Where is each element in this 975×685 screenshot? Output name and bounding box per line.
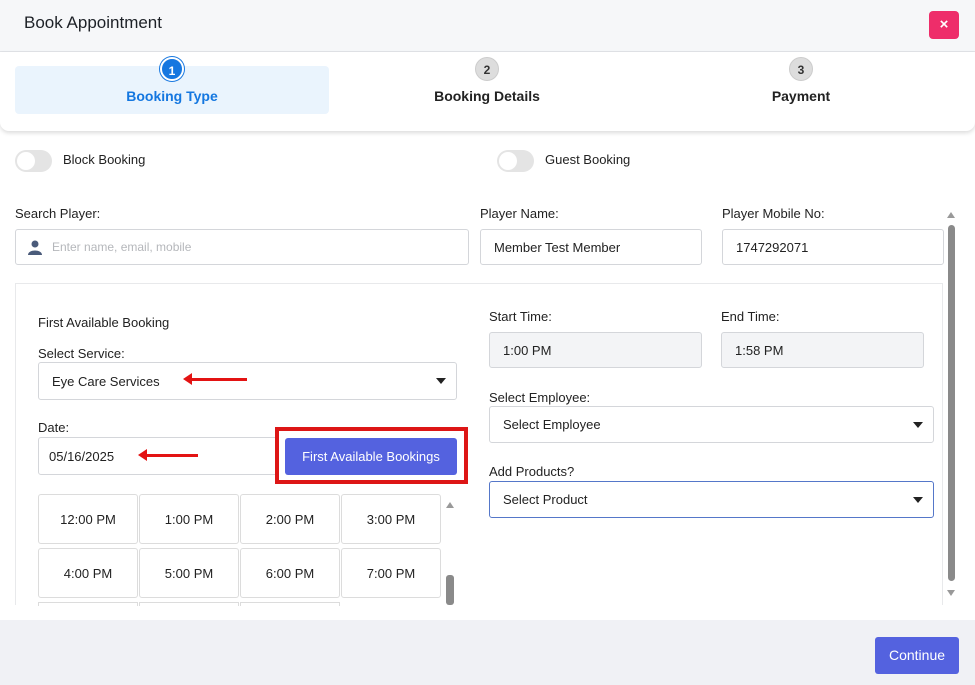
service-select-value: Eye Care Services <box>52 373 160 389</box>
time-slot[interactable]: 2:00 PM <box>240 494 340 544</box>
start-time-label: Start Time: <box>489 309 552 324</box>
step-1-number: 1 <box>160 57 184 81</box>
guest-booking-label: Guest Booking <box>545 152 631 167</box>
chevron-down-icon <box>913 421 923 428</box>
user-icon <box>28 240 42 255</box>
step-2-label[interactable]: Booking Details <box>330 88 644 104</box>
time-slot[interactable]: 12:00 PM <box>38 494 138 544</box>
close-icon: × <box>939 16 949 33</box>
date-label: Date: <box>38 420 70 435</box>
end-time-input: 1:58 PM <box>721 332 924 368</box>
product-select-value: Select Product <box>503 492 588 507</box>
player-mobile-label: Player Mobile No: <box>722 206 825 221</box>
search-player-label: Search Player: <box>15 206 101 221</box>
product-select[interactable]: Select Product <box>489 481 934 518</box>
start-time-input: 1:00 PM <box>489 332 702 368</box>
slots-scroll-up-icon[interactable] <box>446 502 454 508</box>
employee-select-value: Select Employee <box>503 417 601 432</box>
employee-select[interactable]: Select Employee <box>489 406 934 443</box>
annotation-arrow-service <box>183 373 247 385</box>
step-3-number: 3 <box>789 57 813 81</box>
block-booking-label: Block Booking <box>63 152 146 167</box>
annotation-arrow-date <box>138 449 198 461</box>
service-select[interactable]: Eye Care Services <box>38 362 457 400</box>
time-slot-partial <box>139 602 239 606</box>
search-player-input[interactable]: Enter name, email, mobile <box>15 229 469 265</box>
time-slot[interactable]: 3:00 PM <box>341 494 441 544</box>
continue-button[interactable]: Continue <box>875 637 959 674</box>
player-mobile-input[interactable]: 1747292071 <box>722 229 944 265</box>
time-slot-partial <box>240 602 340 606</box>
search-player-placeholder: Enter name, email, mobile <box>52 240 192 254</box>
add-products-label: Add Products? <box>489 464 575 479</box>
time-slot[interactable]: 5:00 PM <box>139 548 239 598</box>
close-button[interactable]: × <box>929 11 959 39</box>
time-slot[interactable]: 4:00 PM <box>38 548 138 598</box>
select-employee-label: Select Employee: <box>489 390 591 405</box>
time-slot-partial <box>38 602 138 606</box>
player-name-input[interactable]: Member Test Member <box>480 229 702 265</box>
block-booking-toggle[interactable] <box>15 150 52 172</box>
first-available-bookings-button[interactable]: First Available Bookings <box>285 438 457 475</box>
scroll-down-icon[interactable] <box>947 590 955 596</box>
step-3-label[interactable]: Payment <box>644 88 958 104</box>
end-time-label: End Time: <box>721 309 780 324</box>
chevron-down-icon <box>913 496 923 503</box>
dialog-footer <box>0 620 975 685</box>
chevron-down-icon <box>436 378 446 384</box>
slots-scrollbar-thumb[interactable] <box>446 575 454 605</box>
guest-booking-toggle[interactable] <box>497 150 534 172</box>
first-available-title: First Available Booking <box>38 315 170 330</box>
select-service-label: Select Service: <box>38 346 125 361</box>
player-name-label: Player Name: <box>480 206 559 221</box>
time-slot[interactable]: 6:00 PM <box>240 548 340 598</box>
step-2-number: 2 <box>475 57 499 81</box>
time-slot[interactable]: 7:00 PM <box>341 548 441 598</box>
step-1-label[interactable]: Booking Type <box>15 88 329 104</box>
main-scrollbar-thumb[interactable] <box>948 225 955 581</box>
scroll-up-icon[interactable] <box>947 212 955 218</box>
dialog-title: Book Appointment <box>24 13 162 32</box>
time-slot[interactable]: 1:00 PM <box>139 494 239 544</box>
